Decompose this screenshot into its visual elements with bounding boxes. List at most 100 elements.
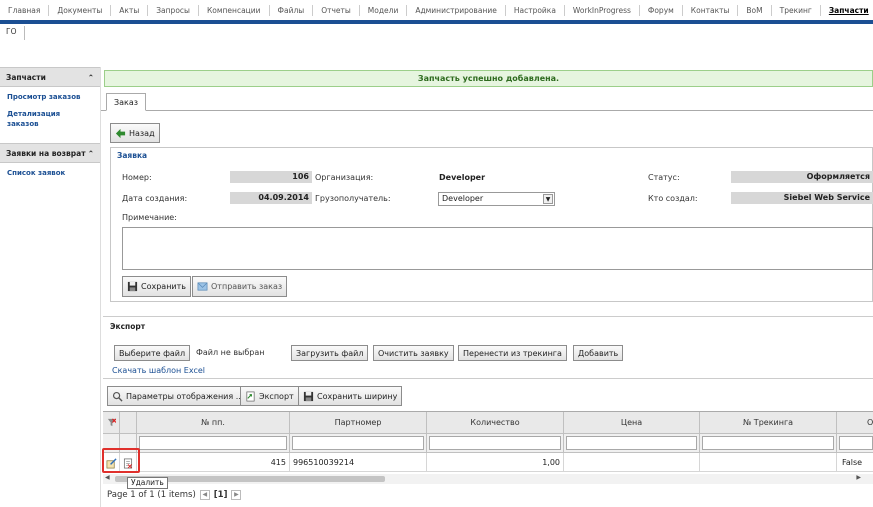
clear-request-button[interactable]: Очистить заявку (373, 345, 454, 361)
nav-item-contacts[interactable]: Контакты (683, 4, 739, 16)
consignee-label: Грузополучатель: (315, 194, 391, 203)
floppy-disk-icon (127, 281, 138, 292)
note-textarea[interactable] (122, 227, 873, 270)
nav-item-settings[interactable]: Настройка (506, 4, 565, 16)
no-file-text: Файл не выбран (196, 348, 265, 357)
export-icon (246, 391, 255, 401)
organization-value: Developer (439, 173, 486, 182)
collapse-icon[interactable]: ⌃ (88, 149, 94, 158)
save-button[interactable]: Сохранить (122, 276, 191, 297)
filter-num-input[interactable] (139, 436, 287, 450)
cell-quantity: 1,00 (427, 453, 564, 472)
add-button-label: Добавить (578, 348, 619, 358)
back-button[interactable]: Назад (110, 123, 160, 143)
filter-quantity (427, 434, 564, 453)
grid-header-tracking[interactable]: № Трекинга (700, 412, 837, 434)
filter-price (564, 434, 700, 453)
grid-header-other[interactable]: От (837, 412, 873, 434)
sidebar-item-request-list[interactable]: Список заявок (0, 163, 100, 180)
pager-current-page[interactable]: [1] (214, 490, 228, 500)
nav-item-files[interactable]: Файлы (270, 4, 314, 16)
nav-item-models[interactable]: Модели (360, 4, 408, 16)
export-button[interactable]: Экспорт (240, 386, 299, 406)
grid-header-partnumber[interactable]: Партномер (290, 412, 427, 434)
nav-item-workinprogress[interactable]: WorkInProgress (565, 4, 640, 16)
choose-file-label: Выберите файл (119, 348, 186, 358)
number-label: Номер: (122, 173, 152, 182)
parts-grid: № пп. Партномер Количество Цена № Трекин… (103, 411, 873, 472)
send-order-button[interactable]: Отправить заказ (192, 276, 288, 297)
filter-tracking (700, 434, 837, 453)
nav-item-tracking[interactable]: Трекинг (772, 4, 821, 16)
filter-tracking-input[interactable] (702, 436, 834, 450)
nav-item-bom[interactable]: BoM (738, 4, 772, 16)
nav-item-home[interactable]: Главная (0, 4, 50, 16)
filter-other-input[interactable] (839, 436, 873, 450)
scroll-left-icon[interactable]: ◀ (105, 474, 110, 481)
sidebar-section-title: Заявки на возврат (6, 148, 86, 158)
add-button[interactable]: Добавить (573, 345, 624, 361)
nav-item-compensations[interactable]: Компенсации (199, 4, 270, 16)
sidebar-section-title: Запчасти (6, 72, 46, 82)
envelope-icon (197, 282, 208, 291)
grid-header-num[interactable]: № пп. (137, 412, 290, 434)
sidebar-section-parts-header[interactable]: Запчасти ⌃ (0, 67, 100, 87)
filter-clear-icon[interactable] (103, 412, 120, 434)
created-date-label: Дата создания: (122, 194, 188, 203)
display-params-label: Параметры отображения ... (126, 391, 244, 401)
chevron-down-icon[interactable]: ▼ (543, 194, 553, 204)
filter-partnumber-input[interactable] (292, 436, 424, 450)
number-field: 106 (230, 171, 312, 183)
status-field: Оформляется (731, 171, 873, 183)
pager-prev-icon[interactable]: ◀ (199, 490, 210, 500)
creator-field: Siebel Web Service (731, 192, 873, 204)
nav-item-documents[interactable]: Документы (49, 4, 112, 16)
grid-header-quantity[interactable]: Количество (427, 412, 564, 434)
grid-horizontal-scrollbar[interactable]: ◀ ▶ (103, 474, 873, 484)
status-label: Статус: (648, 173, 680, 182)
consignee-select[interactable]: Developer ▼ (438, 192, 555, 206)
filter-num (137, 434, 290, 453)
sidebar-item-order-details[interactable]: Детализация заказов (0, 104, 100, 131)
subnav-item-go[interactable]: ГО (6, 27, 16, 36)
cell-other: False (837, 453, 873, 472)
upload-file-button[interactable]: Загрузить файл (291, 345, 369, 361)
nav-item-parts[interactable]: Запчасти (821, 5, 873, 16)
clear-request-label: Очистить заявку (378, 348, 449, 358)
nav-item-reports[interactable]: Отчеты (313, 4, 360, 16)
save-button-label: Сохранить (141, 282, 186, 291)
filter-quantity-input[interactable] (429, 436, 561, 450)
floppy-disk-icon (303, 391, 314, 401)
move-from-tracking-button[interactable]: Перенести из трекинга (458, 345, 567, 361)
scroll-right-icon[interactable]: ▶ (856, 474, 861, 481)
delete-tooltip: Удалить (127, 477, 168, 489)
pager-next-icon[interactable]: ▶ (231, 490, 242, 500)
cell-num: 415 (137, 453, 290, 472)
header-accent-bar (0, 20, 873, 24)
filter-other (837, 434, 873, 453)
export-button-label: Экспорт (259, 391, 294, 401)
nav-item-acts[interactable]: Акты (111, 4, 149, 16)
nav-item-requests[interactable]: Запросы (148, 4, 199, 16)
export-divider (103, 378, 873, 379)
sidebar-section-returns-header[interactable]: Заявки на возврат ⌃ (0, 143, 100, 163)
tab-order[interactable]: Заказ (106, 93, 147, 111)
grid-header-price[interactable]: Цена (564, 412, 700, 434)
choose-file-button[interactable]: Выберите файл (114, 345, 191, 361)
sidebar-item-view-orders[interactable]: Просмотр заказов (0, 87, 100, 104)
upload-file-label: Загрузить файл (296, 348, 364, 358)
nav-item-forum[interactable]: Форум (640, 4, 683, 16)
tab-divider (101, 110, 873, 111)
back-button-label: Назад (129, 128, 155, 138)
save-width-button[interactable]: Сохранить ширину (298, 386, 403, 406)
download-template-link[interactable]: Скачать шаблон Excel (112, 366, 205, 375)
created-date-field: 04.09.2014 (230, 192, 312, 204)
nav-item-administration[interactable]: Администрирование (407, 4, 506, 16)
filter-partnumber (290, 434, 427, 453)
cell-partnumber: 996510039214 (290, 453, 427, 472)
grid-header-actions (120, 412, 137, 434)
filter-price-input[interactable] (566, 436, 697, 450)
display-params-button[interactable]: Параметры отображения ... (107, 386, 249, 406)
cell-price (564, 453, 700, 472)
collapse-icon[interactable]: ⌃ (88, 73, 94, 82)
